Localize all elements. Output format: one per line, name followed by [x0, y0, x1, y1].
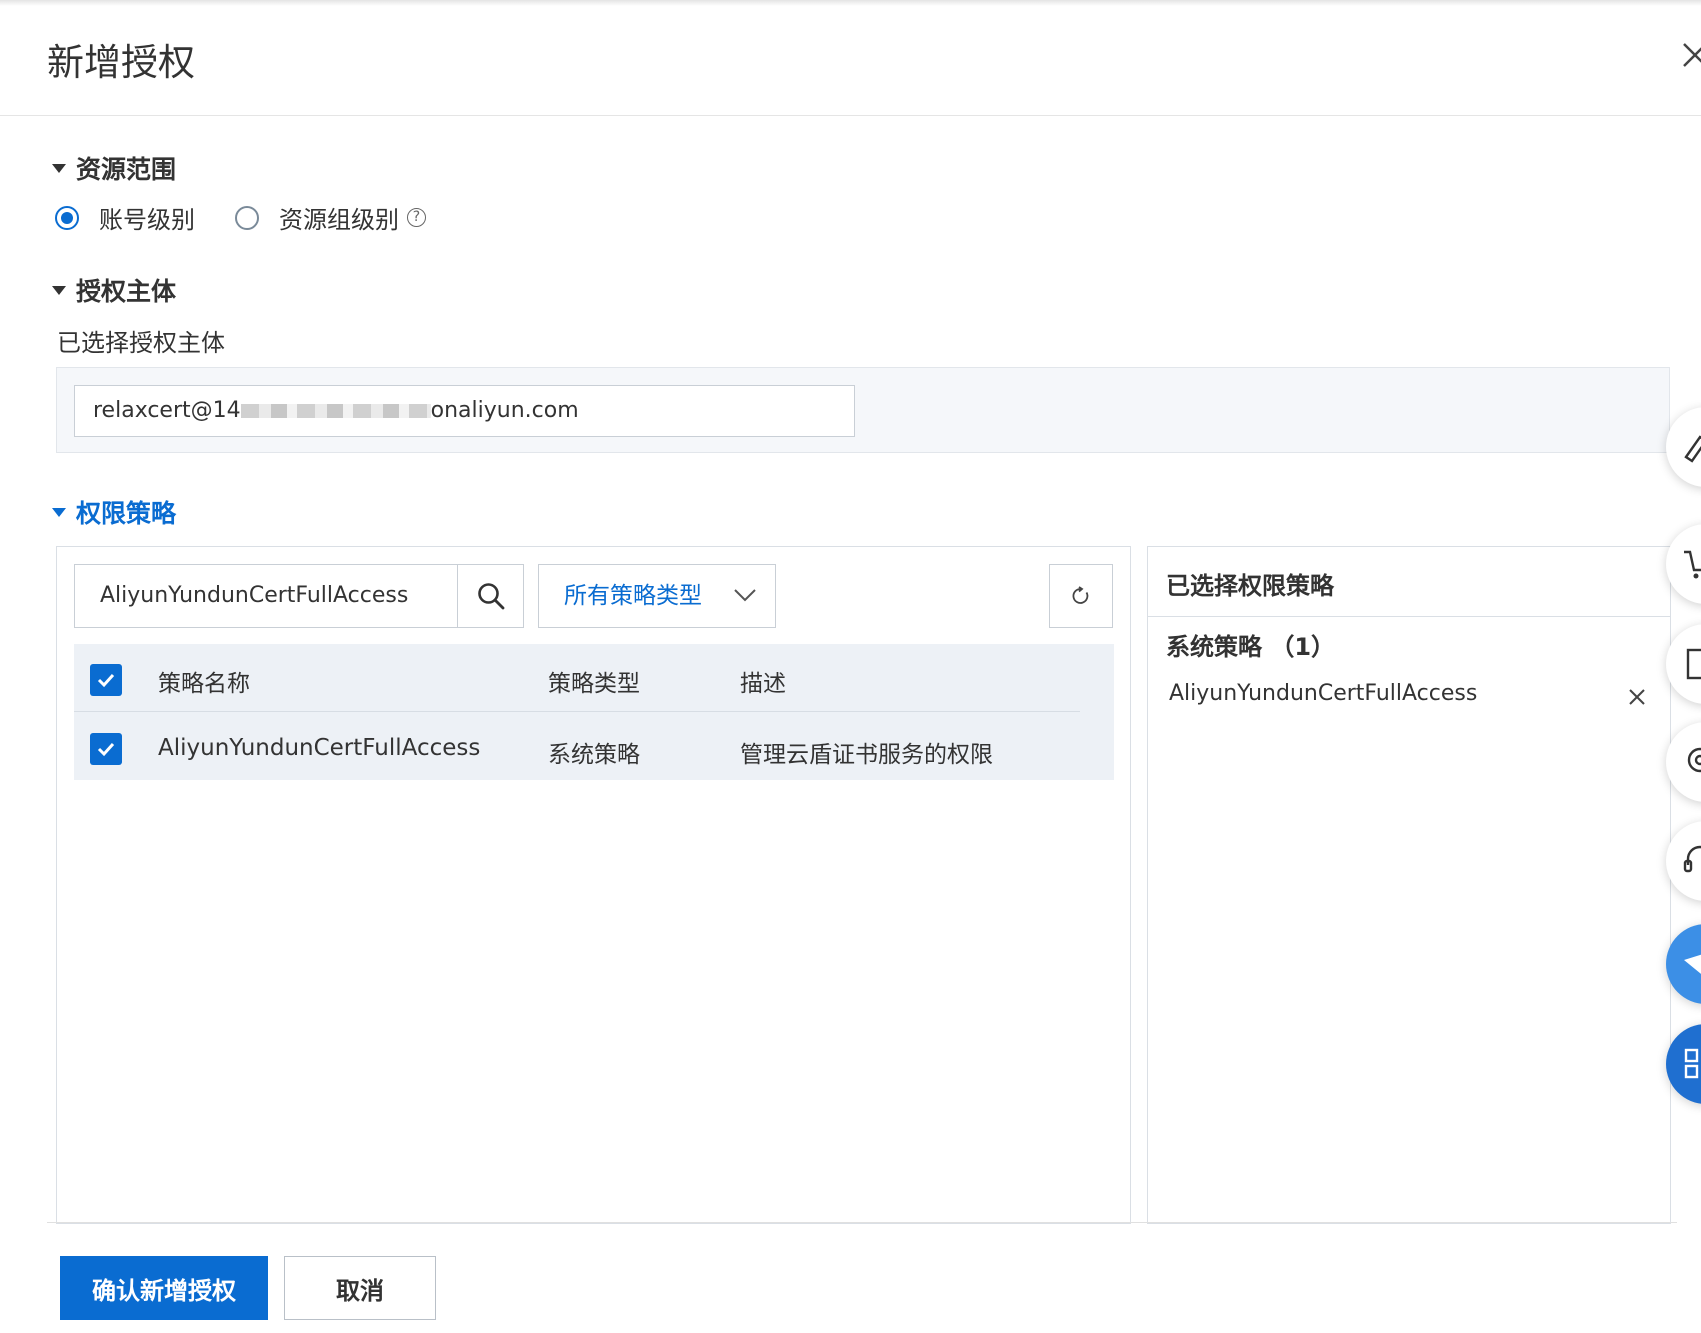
- refresh-button[interactable]: [1049, 564, 1113, 628]
- policy-search-input[interactable]: AliyunYundunCertFullAccess: [74, 564, 458, 628]
- section-principal[interactable]: 授权主体: [52, 272, 176, 308]
- selected-panel-title: 已选择权限策略: [1166, 572, 1334, 600]
- checkmark-icon: [97, 673, 115, 688]
- close-icon[interactable]: [1680, 40, 1701, 70]
- search-icon: [477, 583, 504, 610]
- radio-resource-group-level[interactable]: [235, 205, 259, 230]
- search-button[interactable]: [457, 564, 524, 628]
- refresh-icon: [1072, 586, 1089, 604]
- send-icon: [1684, 954, 1701, 974]
- caret-down-icon: [52, 285, 66, 295]
- remove-icon[interactable]: [1626, 686, 1648, 708]
- select-all-checkbox[interactable]: [90, 664, 122, 696]
- row-policy-name[interactable]: AliyunYundunCertFullAccess: [158, 735, 480, 761]
- headset-icon: [1683, 845, 1701, 873]
- cart-icon: [1684, 550, 1701, 579]
- radio-account-level[interactable]: [55, 205, 79, 230]
- floating-settings-button[interactable]: [1666, 722, 1701, 802]
- floating-cart-button[interactable]: [1666, 524, 1701, 604]
- section-policy[interactable]: 权限策略: [52, 494, 176, 530]
- edit-icon: [1684, 435, 1701, 463]
- cancel-button[interactable]: 取消: [284, 1256, 436, 1320]
- selected-panel-divider: [1148, 616, 1670, 617]
- column-header-type[interactable]: 策略类型: [548, 664, 640, 698]
- principal-field[interactable]: relaxcert@14 onaliyun.com: [74, 385, 855, 437]
- section-policy-label: 权限策略: [76, 499, 177, 528]
- document-icon: [1686, 648, 1701, 680]
- principal-value-prefix: relaxcert@14: [93, 398, 241, 423]
- policy-type-select[interactable]: 所有策略类型: [538, 564, 776, 628]
- principal-value-suffix: onaliyun.com: [430, 398, 579, 423]
- chevron-down-icon: [734, 589, 756, 602]
- column-header-desc[interactable]: 描述: [740, 664, 786, 698]
- section-principal-label: 授权主体: [76, 277, 177, 306]
- caret-down-icon: [52, 163, 66, 173]
- selected-policy-item: AliyunYundunCertFullAccess: [1169, 681, 1478, 706]
- section-resource-scope-label: 资源范围: [76, 155, 177, 184]
- selected-group-label: 系统策略 （1）: [1166, 633, 1336, 661]
- footer-divider: [47, 1222, 1677, 1223]
- confirm-add-button[interactable]: 确认新增授权: [60, 1256, 268, 1320]
- row-policy-desc: 管理云盾证书服务的权限: [740, 742, 993, 768]
- section-resource-scope[interactable]: 资源范围: [52, 150, 176, 186]
- top-shadow: [0, 0, 1701, 6]
- table-header-divider: [74, 711, 1080, 712]
- redacted-area: [240, 404, 431, 418]
- floating-document-button[interactable]: [1666, 624, 1701, 704]
- header-divider: [0, 115, 1701, 116]
- column-header-name[interactable]: 策略名称: [158, 664, 250, 698]
- help-icon[interactable]: ?: [407, 208, 426, 227]
- radio-resource-group-level-label[interactable]: 资源组级别: [279, 200, 399, 235]
- gear-icon: [1687, 747, 1701, 773]
- floating-apps-button[interactable]: [1666, 1024, 1701, 1104]
- selected-principal-label: 已选择授权主体: [57, 329, 225, 357]
- dialog-title: 新增授权: [47, 41, 195, 84]
- row-checkbox[interactable]: [90, 733, 122, 765]
- floating-assistant-button[interactable]: [1666, 924, 1701, 1004]
- caret-down-icon: [52, 507, 66, 517]
- floating-edit-button[interactable]: [1666, 407, 1701, 487]
- floating-support-button[interactable]: [1666, 821, 1701, 901]
- policy-type-value: 所有策略类型: [564, 583, 702, 609]
- row-policy-type: 系统策略: [548, 742, 640, 768]
- resource-scope-radio-group: 账号级别 资源组级别 ?: [55, 200, 426, 235]
- radio-account-level-label[interactable]: 账号级别: [99, 200, 195, 235]
- checkmark-icon: [97, 742, 115, 757]
- policy-search-value: AliyunYundunCertFullAccess: [100, 583, 409, 608]
- grid-icon: [1684, 1048, 1699, 1079]
